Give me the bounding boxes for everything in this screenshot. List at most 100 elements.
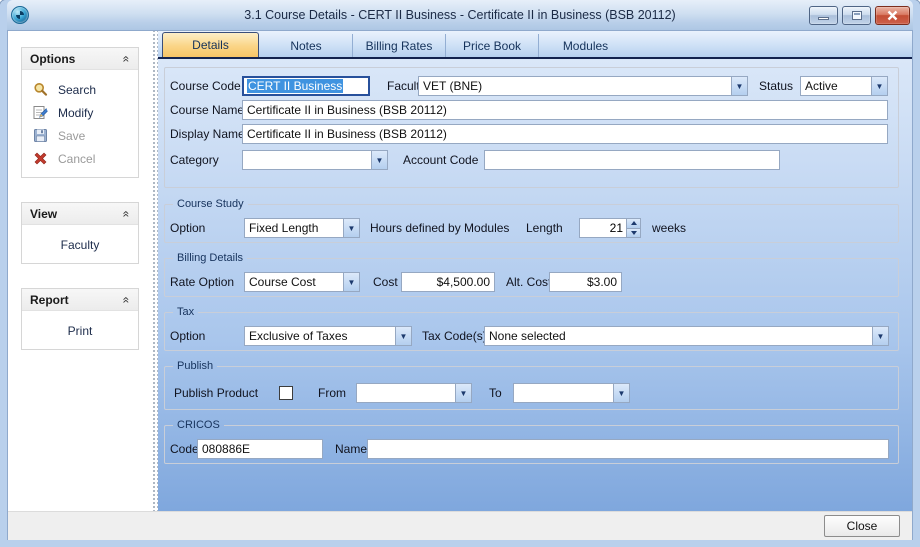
view-panel-title: View [30,207,57,221]
publish-legend: Publish [173,360,217,372]
hours-defined-note: Hours defined by Modules [370,221,509,235]
sidebar-item-label: Search [58,83,96,97]
chevron-down-icon[interactable]: ▼ [343,273,359,291]
sidebar-item-save[interactable]: Save [22,124,138,147]
arrow-down-icon [631,231,637,235]
length-value[interactable]: 21 [580,219,626,237]
category-dropdown[interactable]: ▼ [242,150,388,170]
button-bar: Close [8,511,912,540]
publish-from-label: From [318,386,346,400]
course-name-input[interactable] [242,100,888,120]
window-title: 3.1 Course Details - CERT II Business - … [7,8,913,22]
alt-cost-input[interactable] [549,272,622,292]
chevron-down-icon[interactable]: ▼ [371,151,387,169]
course-code-label: Course Code [170,79,241,93]
minimize-button[interactable] [809,6,838,25]
cost-input[interactable] [401,272,495,292]
account-code-input[interactable] [484,150,780,170]
report-panel-title: Report [30,293,69,307]
tab-notes[interactable]: Notes [260,34,353,57]
sidebar-item-cancel[interactable]: Cancel [22,147,138,170]
sidebar-item-label: Cancel [58,152,95,166]
application-window: 3.1 Course Details - CERT II Business - … [0,0,920,547]
weeks-label: weeks [652,221,686,235]
selected-text: CERT II Business [247,79,343,93]
cricos-name-label: Name [335,442,367,456]
tab-details[interactable]: Details [162,32,259,57]
collapse-chevron-icon[interactable]: « [120,55,134,62]
options-panel-header[interactable]: Options « [22,48,138,70]
sidebar-item-modify[interactable]: Modify [22,101,138,124]
status-dropdown[interactable]: Active ▼ [800,76,888,96]
tax-codes-dropdown[interactable]: None selected ▼ [484,326,889,346]
tax-option-dropdown[interactable]: Exclusive of Taxes ▼ [244,326,412,346]
study-option-label: Option [170,221,205,235]
tax-legend: Tax [173,306,198,318]
cricos-code-label: Code [170,442,199,456]
billing-details-group: Billing Details Rate Option Course Cost … [164,252,899,297]
maximize-icon [852,11,862,20]
tax-codes-label: Tax Code(s) [422,329,487,343]
tab-modules[interactable]: Modules [539,34,632,57]
rate-option-dropdown[interactable]: Course Cost ▼ [244,272,360,292]
publish-from-dropdown[interactable]: ▼ [356,383,472,403]
publish-to-dropdown[interactable]: ▼ [513,383,630,403]
category-label: Category [170,153,219,167]
maximize-button[interactable] [842,6,871,25]
sidebar-item-label: Modify [58,106,93,120]
tax-group: Tax Option Exclusive of Taxes ▼ Tax Code… [164,306,899,351]
close-button[interactable]: Close [824,515,900,537]
length-label: Length [526,221,563,235]
course-code-input[interactable]: CERT II Business [242,76,370,96]
details-form: Course Code CERT II Business Faculty VET… [158,59,912,511]
publish-product-label: Publish Product [174,386,258,400]
arrow-up-icon [631,221,637,225]
chevron-down-icon[interactable]: ▼ [343,219,359,237]
collapse-chevron-icon[interactable]: « [120,210,134,217]
spinner-down-button[interactable] [627,229,640,238]
faculty-dropdown[interactable]: VET (BNE) ▼ [418,76,748,96]
tab-price-book[interactable]: Price Book [446,34,539,57]
save-floppy-icon [31,128,50,144]
sidebar-item-label: Save [58,129,85,143]
alt-cost-label: Alt. Cost [506,275,551,289]
publish-group: Publish Publish Product From ▼ To [164,360,899,410]
chevron-down-icon[interactable]: ▼ [871,77,887,95]
close-window-button[interactable] [875,6,910,25]
view-panel: View « Faculty [21,202,139,264]
collapse-chevron-icon[interactable]: « [120,296,134,303]
spinner-up-button[interactable] [627,219,640,229]
length-spinner[interactable]: 21 [579,218,641,238]
search-magnifier-icon [31,82,50,98]
chevron-down-icon[interactable]: ▼ [395,327,411,345]
sidebar-splitter[interactable] [151,31,158,511]
cost-label: Cost [373,275,398,289]
sidebar-item-print[interactable]: Print [22,319,138,342]
course-study-legend: Course Study [173,198,248,210]
report-panel: Report « Print [21,288,139,350]
minimize-icon [818,17,829,20]
cricos-legend: CRICOS [173,419,224,431]
display-name-input[interactable] [242,124,888,144]
cricos-code-input[interactable] [197,439,323,459]
report-panel-header[interactable]: Report « [22,289,138,311]
view-panel-header[interactable]: View « [22,203,138,225]
billing-details-legend: Billing Details [173,252,247,264]
sidebar-item-search[interactable]: Search [22,78,138,101]
study-option-dropdown[interactable]: Fixed Length ▼ [244,218,360,238]
tax-option-label: Option [170,329,205,343]
chevron-down-icon[interactable]: ▼ [455,384,471,402]
cricos-name-input[interactable] [367,439,889,459]
display-name-label: Display Name [170,127,245,141]
options-panel-title: Options [30,52,75,66]
tab-strip: Details Notes Billing Rates Price Book M… [158,31,912,59]
publish-product-checkbox[interactable] [279,386,293,400]
chevron-down-icon[interactable]: ▼ [613,384,629,402]
chevron-down-icon[interactable]: ▼ [731,77,747,95]
chevron-down-icon[interactable]: ▼ [872,327,888,345]
sidebar: Options « Search [8,31,151,511]
cricos-group: CRICOS Code Name [164,419,899,464]
tab-billing-rates[interactable]: Billing Rates [353,34,446,57]
sidebar-item-faculty[interactable]: Faculty [22,233,138,256]
close-icon [887,10,898,21]
